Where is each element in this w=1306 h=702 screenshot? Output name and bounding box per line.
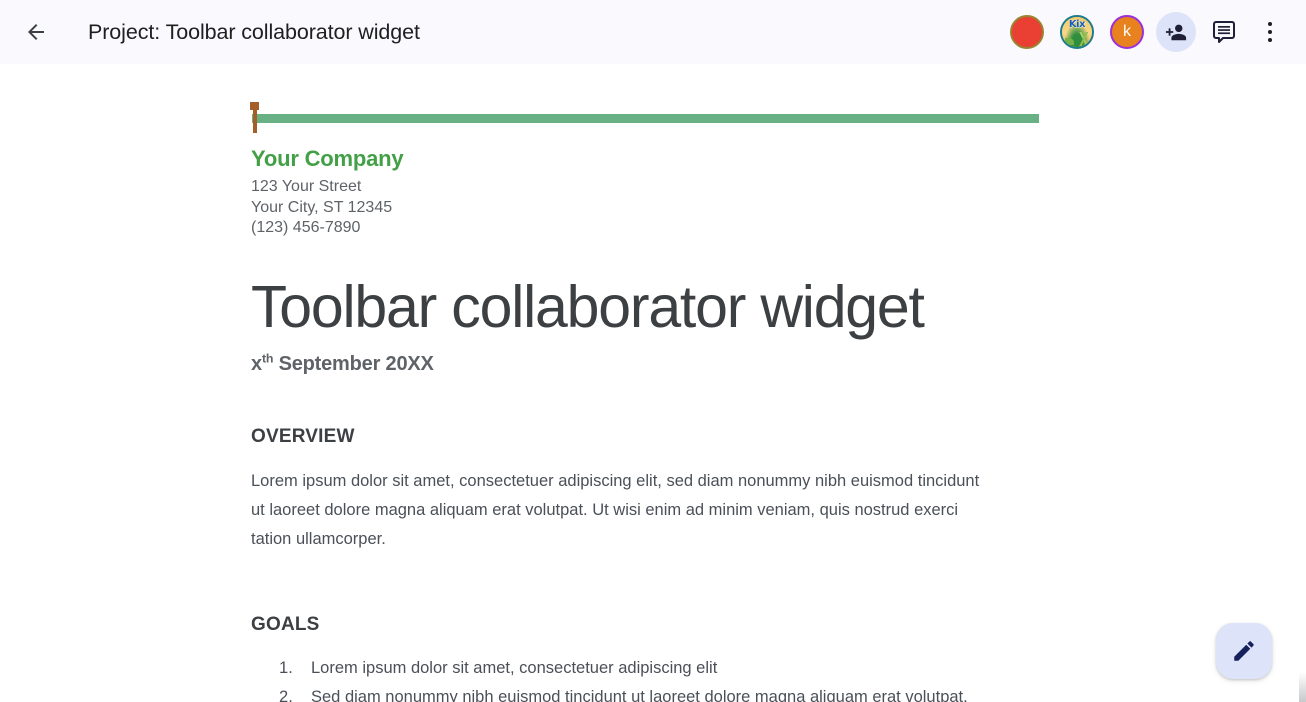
- back-button[interactable]: [12, 8, 60, 56]
- docs-mobile-screen: Project: Toolbar collaborator widget Kix: [0, 0, 1306, 702]
- avatar-image: Kix: [1062, 17, 1092, 47]
- collaborator-cursor-stem: [252, 109, 257, 133]
- edit-fab[interactable]: [1216, 623, 1272, 679]
- goals-list: Lorem ipsum dolor sit amet, consectetuer…: [251, 654, 1039, 702]
- document-date-ordinal: th: [261, 350, 274, 365]
- document-date-suffix: September 20XX: [273, 352, 434, 375]
- document-scroll-area[interactable]: Your Company 123 Your Street Your City, …: [0, 64, 1306, 702]
- section-paragraph-overview: Lorem ipsum dolor sit amet, consectetuer…: [251, 471, 980, 548]
- document-title: Toolbar collaborator widget: [251, 273, 925, 340]
- avatar-image-label: Kix: [1068, 19, 1086, 30]
- avatar: k: [1110, 15, 1144, 49]
- company-address-line-2: Your City, ST 12345: [251, 198, 393, 216]
- avatar: Kix: [1060, 15, 1094, 49]
- person-add-icon: [1165, 21, 1187, 43]
- app-bar: Project: Toolbar collaborator widget Kix: [0, 0, 1306, 64]
- leaf-shape: [1065, 38, 1074, 45]
- more-vert-icon-dot: [1268, 22, 1272, 26]
- page-title: Project: Toolbar collaborator widget: [88, 19, 420, 44]
- appbar-actions: Kix k: [1002, 8, 1292, 56]
- avatar: [1010, 15, 1044, 49]
- collaborator-avatar-1[interactable]: [1002, 8, 1052, 56]
- company-name: Your Company: [251, 146, 404, 171]
- collaborator-cursor: [250, 102, 259, 133]
- comment-icon: [1212, 20, 1236, 44]
- section-heading-overview: OVERVIEW: [251, 425, 355, 447]
- company-phone: (123) 456-7890: [251, 219, 361, 237]
- more-vert-icon-dot: [1268, 38, 1272, 42]
- avatar-initial: k: [1123, 23, 1131, 40]
- company-address-line-1: 123 Your Street: [251, 178, 362, 196]
- add-person-button[interactable]: [1156, 12, 1196, 52]
- company-address: 123 Your Street Your City, ST 12345 (123…: [251, 177, 1039, 239]
- scroll-indicator[interactable]: [1299, 672, 1306, 702]
- list-item: Lorem ipsum dolor sit amet, consectetuer…: [279, 654, 718, 683]
- overflow-menu-button[interactable]: [1248, 8, 1292, 56]
- collaborator-avatar-2[interactable]: Kix: [1052, 8, 1102, 56]
- list-item: Sed diam nonummy nibh euismod tincidunt …: [279, 683, 968, 702]
- back-arrow-icon: [24, 20, 48, 44]
- letterhead-rule-row: [250, 102, 1039, 133]
- comment-button[interactable]: [1200, 8, 1248, 56]
- document-date: xth September 20XX: [251, 350, 1039, 376]
- document-date-prefix: x: [251, 352, 262, 375]
- pencil-icon: [1231, 638, 1257, 664]
- more-vert-icon-dot: [1268, 30, 1272, 34]
- wheat-shape: [1078, 32, 1089, 46]
- letterhead-green-rule: [252, 114, 1039, 123]
- section-heading-goals: GOALS: [251, 613, 320, 635]
- document-page[interactable]: Your Company 123 Your Street Your City, …: [0, 102, 1306, 702]
- collaborator-avatar-3[interactable]: k: [1102, 8, 1152, 56]
- document-body[interactable]: Your Company 123 Your Street Your City, …: [250, 102, 1039, 702]
